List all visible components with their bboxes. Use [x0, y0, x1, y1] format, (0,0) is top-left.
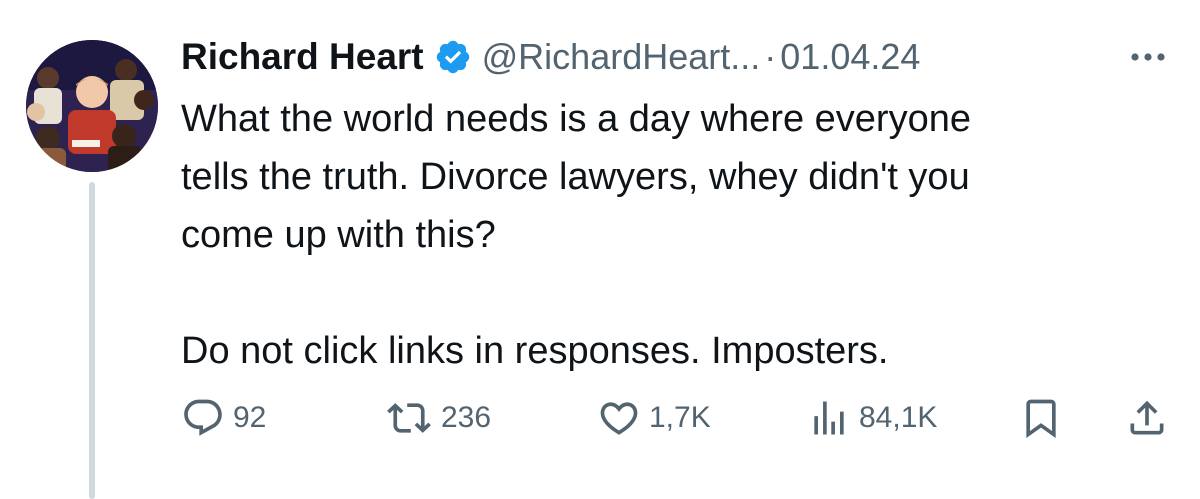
author-handle[interactable]: @RichardHeart... [482, 36, 761, 78]
views-button[interactable]: 84,1K [807, 393, 937, 443]
avatar-image [26, 40, 158, 172]
tweet-header: Richard Heart @RichardHeart... · 01.04.2… [181, 32, 920, 82]
action-bar: 92 236 1,7K 84,1K [181, 393, 1171, 443]
thread-line [89, 182, 95, 499]
reply-icon [181, 396, 225, 440]
repost-count: 236 [441, 401, 492, 434]
separator-dot: · [764, 36, 777, 77]
more-icon[interactable] [1126, 42, 1170, 72]
bookmark-button[interactable] [1019, 393, 1063, 443]
views-icon [807, 396, 851, 440]
author-name[interactable]: Richard Heart [181, 36, 424, 78]
tweet-text-line: tells the truth. Divorce lawyers, whey d… [181, 156, 970, 198]
like-count: 1,7K [649, 401, 711, 434]
heart-icon [597, 396, 641, 440]
bookmark-icon [1019, 396, 1063, 440]
avatar[interactable] [26, 40, 158, 172]
verified-badge-icon [434, 38, 472, 76]
reply-count: 92 [233, 401, 267, 434]
tweet-text-line: come up with this? [181, 214, 496, 256]
tweet-text-line: Do not click links in responses. Imposte… [181, 330, 889, 372]
reply-button[interactable]: 92 [181, 393, 266, 443]
share-button[interactable] [1125, 393, 1169, 443]
repost-icon [385, 396, 433, 440]
tweet[interactable]: Richard Heart @RichardHeart... · 01.04.2… [0, 0, 1200, 499]
tweet-date[interactable]: 01.04.24 [780, 36, 920, 78]
tweet-text-line: What the world needs is a day where ever… [181, 98, 971, 140]
like-button[interactable]: 1,7K [597, 393, 711, 443]
tweet-text: What the world needs is a day where ever… [181, 90, 1161, 380]
repost-button[interactable]: 236 [385, 393, 491, 443]
share-icon [1125, 396, 1169, 440]
views-count: 84,1K [859, 401, 938, 434]
